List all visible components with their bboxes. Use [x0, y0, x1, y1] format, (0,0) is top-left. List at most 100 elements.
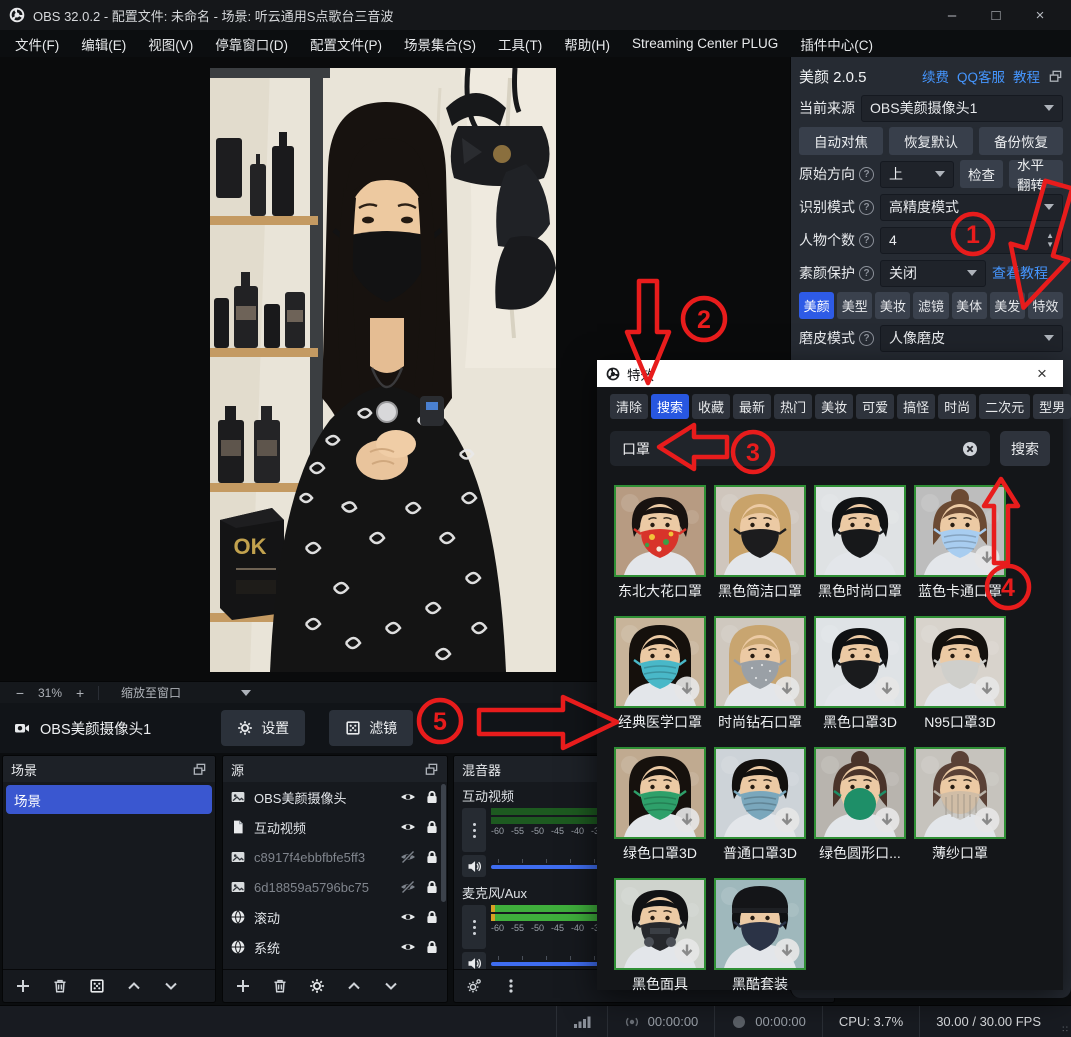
beauty-tab-6[interactable]: 特效 [1028, 292, 1063, 319]
sources-scrollbar[interactable] [441, 784, 446, 902]
effect-thumbnail[interactable] [714, 878, 806, 970]
effect-thumbnail[interactable] [714, 616, 806, 708]
effect-item-6[interactable]: 黑色口罩3D [810, 616, 910, 732]
lock-icon[interactable] [424, 849, 440, 865]
eye-icon[interactable] [400, 819, 416, 835]
close-button[interactable]: × [1018, 0, 1062, 30]
people-count-stepper[interactable]: 4 ▲▼ [880, 227, 1063, 254]
effect-thumbnail[interactable] [814, 616, 906, 708]
beauty-tab-1[interactable]: 美型 [837, 292, 872, 319]
lock-icon[interactable] [424, 879, 440, 895]
effect-item-11[interactable]: 薄纱口罩 [910, 747, 1010, 863]
effect-category-tab-6[interactable]: 可爱 [856, 394, 894, 419]
effect-category-tab-0[interactable]: 清除 [610, 394, 648, 419]
effect-item-0[interactable]: 东北大花口罩 [610, 485, 710, 601]
kebab-menu-icon[interactable] [462, 808, 486, 852]
smooth-mode-select[interactable]: 人像磨皮 [880, 325, 1063, 352]
beauty-tab-0[interactable]: 美颜 [799, 292, 834, 319]
effect-thumbnail[interactable] [914, 485, 1006, 577]
effect-category-tab-5[interactable]: 美妆 [815, 394, 853, 419]
move-scene-up-button[interactable] [126, 978, 142, 994]
popup-icon[interactable] [424, 762, 439, 777]
advanced-audio-button[interactable] [466, 978, 482, 994]
beauty-tab-4[interactable]: 美体 [952, 292, 987, 319]
source-row-3[interactable]: 6d18859a5796bc75 [223, 872, 447, 902]
effect-item-7[interactable]: N95口罩3D [910, 616, 1010, 732]
effect-thumbnail[interactable] [614, 878, 706, 970]
autofocus-button[interactable]: 自动对焦 [799, 127, 883, 155]
move-scene-down-button[interactable] [163, 978, 179, 994]
renew-link[interactable]: 续费 [922, 66, 949, 86]
filters-button[interactable]: 滤镜 [329, 710, 413, 746]
popup-icon[interactable] [192, 762, 207, 777]
remove-scene-button[interactable] [52, 978, 68, 994]
beauty-tab-5[interactable]: 美发 [990, 292, 1025, 319]
restore-default-button[interactable]: 恢复默认 [889, 127, 973, 155]
orientation-select[interactable]: 上 [880, 161, 954, 188]
lock-icon[interactable] [424, 909, 440, 925]
source-row-0[interactable]: OBS美颜摄像头 [223, 782, 447, 812]
beauty-tab-2[interactable]: 美妆 [875, 292, 910, 319]
dialog-close-button[interactable]: × [1030, 364, 1054, 384]
effect-category-tab-10[interactable]: 型男 [1033, 394, 1071, 419]
effect-thumbnail[interactable] [914, 616, 1006, 708]
kebab-menu-icon[interactable] [462, 905, 486, 949]
effect-item-13[interactable]: 黑酷套装 [710, 878, 810, 994]
source-properties-button[interactable] [309, 978, 325, 994]
menu-item-6[interactable]: 工具(T) [487, 30, 553, 57]
effect-item-1[interactable]: 黑色简洁口罩 [710, 485, 810, 601]
source-row-5[interactable]: 系统 [223, 932, 447, 962]
menu-item-3[interactable]: 停靠窗口(D) [204, 30, 299, 57]
protect-select[interactable]: 关闭 [880, 260, 986, 287]
flip-horizontal-button[interactable]: 水平翻转 [1009, 160, 1063, 188]
tutorial-top-link[interactable]: 教程 [1013, 66, 1040, 86]
effect-thumbnail[interactable] [814, 485, 906, 577]
popup-icon[interactable] [1048, 69, 1063, 84]
lock-icon[interactable] [424, 819, 440, 835]
effect-item-5[interactable]: 时尚钻石口罩 [710, 616, 810, 732]
effect-category-tab-7[interactable]: 搞怪 [897, 394, 935, 419]
eye-off-icon[interactable] [400, 849, 416, 865]
source-select[interactable]: OBS美颜摄像头1 [861, 95, 1063, 122]
backup-restore-button[interactable]: 备份恢复 [979, 127, 1063, 155]
source-row-2[interactable]: c8917f4ebbfbfe5ff3 [223, 842, 447, 872]
move-source-down-button[interactable] [383, 978, 399, 994]
menu-item-0[interactable]: 文件(F) [4, 30, 70, 57]
effect-thumbnail[interactable] [714, 485, 806, 577]
effect-item-8[interactable]: 绿色口罩3D [610, 747, 710, 863]
menu-item-4[interactable]: 配置文件(P) [299, 30, 393, 57]
effect-category-tab-8[interactable]: 时尚 [938, 394, 976, 419]
maximize-button[interactable]: □ [974, 0, 1018, 30]
eye-icon[interactable] [400, 789, 416, 805]
source-row-1[interactable]: 互动视频 [223, 812, 447, 842]
effect-thumbnail[interactable] [614, 485, 706, 577]
menu-item-9[interactable]: 插件中心(C) [789, 30, 884, 57]
menu-item-1[interactable]: 编辑(E) [70, 30, 137, 57]
mixer-menu-button[interactable] [503, 978, 519, 994]
effect-item-4[interactable]: 经典医学口罩 [610, 616, 710, 732]
effect-thumbnail[interactable] [714, 747, 806, 839]
effect-category-tab-9[interactable]: 二次元 [979, 394, 1030, 419]
check-button[interactable]: 检查 [960, 160, 1003, 188]
zoom-out-button[interactable]: − [12, 685, 28, 701]
effect-thumbnail[interactable] [614, 616, 706, 708]
zoom-in-button[interactable]: + [72, 685, 88, 701]
effect-item-12[interactable]: 黑色面具 [610, 878, 710, 994]
scene-filters-button[interactable] [89, 978, 105, 994]
speaker-icon[interactable] [462, 952, 486, 969]
resize-grip[interactable]: ∷ [1062, 1024, 1069, 1035]
effect-thumbnail[interactable] [614, 747, 706, 839]
effect-category-tab-3[interactable]: 最新 [733, 394, 771, 419]
effect-category-tab-4[interactable]: 热门 [774, 394, 812, 419]
beauty-tab-3[interactable]: 滤镜 [913, 292, 948, 319]
speaker-icon[interactable] [462, 855, 486, 877]
view-tutorial-link[interactable]: 查看教程 [992, 263, 1048, 283]
scene-item-0[interactable]: 场景 [6, 785, 212, 814]
eye-off-icon[interactable] [400, 879, 416, 895]
lock-icon[interactable] [424, 789, 440, 805]
search-button[interactable]: 搜索 [1000, 431, 1050, 466]
zoom-fit-select[interactable]: 缩放至窗口 [109, 684, 251, 701]
effect-category-tab-2[interactable]: 收藏 [692, 394, 730, 419]
effect-thumbnail[interactable] [814, 747, 906, 839]
effect-search-input[interactable]: 口罩 [610, 431, 990, 466]
